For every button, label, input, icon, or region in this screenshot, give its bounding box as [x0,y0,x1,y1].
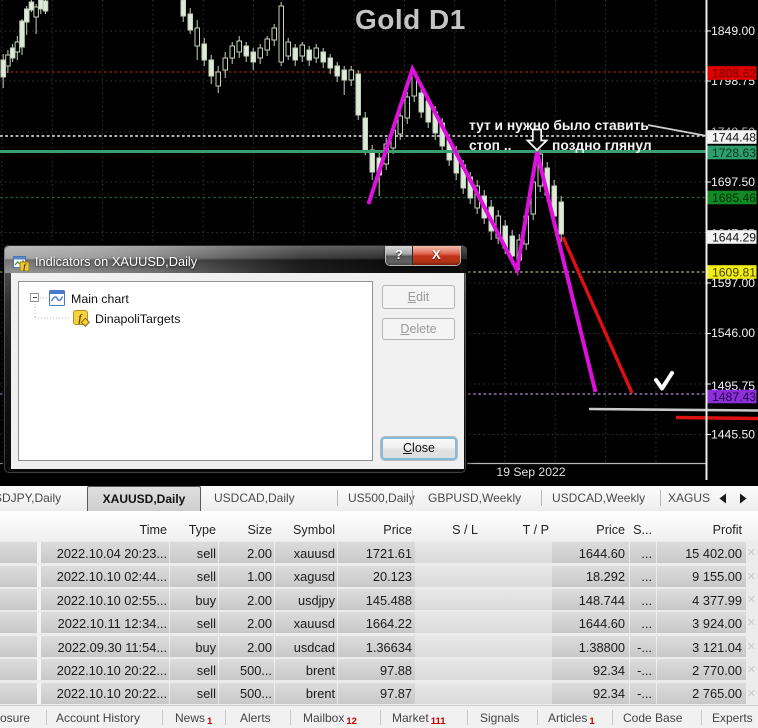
svg-text:поздно глянул: поздно глянул [552,138,652,153]
svg-text:1744.48: 1744.48 [712,131,756,145]
svg-text:1728.63: 1728.63 [712,146,756,160]
svg-text:1644.29: 1644.29 [712,231,756,245]
svg-text:1445.50: 1445.50 [711,428,755,442]
svg-text:1685.46: 1685.46 [712,191,756,205]
svg-text:стоп ..: стоп .. [469,138,512,153]
svg-text:19 Sep 2022: 19 Sep 2022 [496,465,565,479]
svg-text:1808.62: 1808.62 [712,67,756,81]
svg-text:1546.00: 1546.00 [711,326,755,340]
svg-text:1609.81: 1609.81 [712,266,756,280]
svg-text:1487.43: 1487.43 [712,390,756,404]
svg-text:тут и нужно было ставить: тут и нужно было ставить [469,118,649,133]
svg-text:Gold D1: Gold D1 [355,4,466,35]
svg-text:1697.50: 1697.50 [711,175,755,189]
svg-text:1849.00: 1849.00 [711,24,755,38]
